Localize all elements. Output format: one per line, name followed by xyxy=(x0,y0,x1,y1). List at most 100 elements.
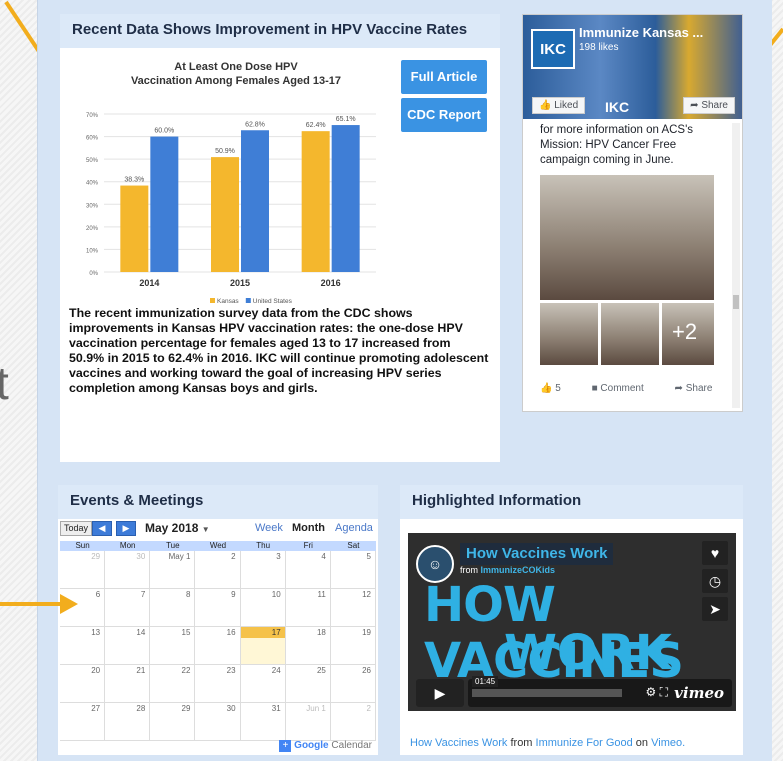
calendar-day[interactable]: 4 xyxy=(286,551,331,588)
video-controls: 01:45 ⚙ ⛶ vimeo xyxy=(468,676,732,707)
google-calendar-badge[interactable]: + Google Calendar xyxy=(279,740,372,752)
weekday-fri: Fri xyxy=(303,541,313,550)
video-title[interactable]: How Vaccines Work xyxy=(466,545,607,562)
next-month-button[interactable]: ▶ xyxy=(116,521,136,536)
calendar-day[interactable]: 27 xyxy=(60,703,106,740)
chart-title-line2: Vaccination Among Females Aged 13-17 xyxy=(131,75,341,87)
facebook-post-photo-4[interactable]: +2 xyxy=(662,303,714,365)
bar-united-states xyxy=(150,136,179,272)
y-tick-label: 10% xyxy=(86,248,99,254)
reaction-count[interactable]: 👍 5 xyxy=(540,383,575,394)
vimeo-logo[interactable]: vimeo xyxy=(674,684,724,702)
calendar-day[interactable]: 18 xyxy=(286,627,331,664)
calendar-day[interactable]: 11 xyxy=(286,589,331,626)
chevron-left-icon: ◀ xyxy=(98,523,106,533)
more-photos-count: +2 xyxy=(672,319,698,344)
y-tick-label: 50% xyxy=(86,158,99,164)
calendar-day[interactable]: 21 xyxy=(105,665,151,702)
calendar-day[interactable]: 20 xyxy=(60,665,106,702)
full-article-button[interactable]: Full Article xyxy=(401,60,487,94)
today-button[interactable]: Today xyxy=(60,521,93,536)
calendar-month-label[interactable]: May 2018 ▼ xyxy=(145,521,210,535)
calendar-weeks: 29 30 May 1 2 3 4 5 6 7 8 9 10 11 12 13 14 15 16 17 18 19 20 2… xyxy=(60,551,376,741)
calendar-day[interactable]: 23 xyxy=(195,665,241,702)
comment-button[interactable]: ■ Comment xyxy=(592,383,658,394)
send-icon[interactable]: ➤ xyxy=(702,597,728,621)
facebook-liked-button[interactable]: 👍 Liked xyxy=(532,97,586,114)
post-share-button[interactable]: ➦ Share xyxy=(675,383,727,394)
weekday-sun: Sun xyxy=(75,541,90,550)
caption-title-link[interactable]: How Vaccines Work xyxy=(410,737,507,749)
weekday-thu: Thu xyxy=(256,541,271,550)
calendar-day[interactable]: Jun 1 xyxy=(286,703,331,740)
calendar-day[interactable]: 8 xyxy=(150,589,196,626)
facebook-widget: IKC Immunize Kansas ... 198 likes 👍 Like… xyxy=(522,14,743,412)
calendar-day[interactable]: 14 xyxy=(105,627,151,664)
share-label: Share xyxy=(701,100,728,111)
calendar-day[interactable]: 31 xyxy=(241,703,286,740)
facebook-page-name[interactable]: Immunize Kansas ... xyxy=(579,25,703,40)
facebook-share-button[interactable]: ➦ Share xyxy=(683,97,735,114)
settings-fullscreen-icons[interactable]: ⚙ ⛶ xyxy=(646,685,669,700)
video-progress-bar[interactable]: 01:45 xyxy=(472,676,622,697)
calendar-day[interactable]: 22 xyxy=(150,665,196,702)
facebook-scroll-thumb[interactable] xyxy=(733,295,739,309)
y-tick-label: 60% xyxy=(86,136,99,142)
clock-icon[interactable]: ◷ xyxy=(702,569,728,593)
y-tick-label: 40% xyxy=(86,181,99,187)
calendar-day[interactable]: 3 xyxy=(241,551,286,588)
y-tick-label: 30% xyxy=(86,203,99,209)
calendar-day[interactable]: 9 xyxy=(195,589,241,626)
calendar-day[interactable]: 2 xyxy=(195,551,241,588)
calendar-day[interactable]: 17 xyxy=(240,627,286,664)
caption-site-link[interactable]: Vimeo. xyxy=(651,737,685,749)
video-title-bar[interactable]: How Vaccines Work xyxy=(460,543,614,565)
calendar-day[interactable]: 12 xyxy=(331,589,376,626)
calendar-day[interactable]: 25 xyxy=(286,665,331,702)
calendar-day[interactable]: 19 xyxy=(331,627,376,664)
chevron-down-icon: ▼ xyxy=(201,525,210,534)
calendar-day[interactable]: 7 xyxy=(105,589,151,626)
facebook-post-actions: 👍 5 ■ Comment ➦ Share xyxy=(540,383,740,394)
calendar-day[interactable]: 30 xyxy=(105,551,151,588)
legend-swatch xyxy=(210,298,215,303)
calendar-day[interactable]: 6 xyxy=(60,589,106,626)
facebook-scrollbar[interactable] xyxy=(732,123,740,408)
prev-month-button[interactable]: ◀ xyxy=(92,521,112,536)
calendar-day[interactable]: 28 xyxy=(105,703,151,740)
liked-label: Liked xyxy=(554,100,579,111)
heart-icon[interactable]: ♥ xyxy=(702,541,728,565)
caption-org-link[interactable]: Immunize For Good xyxy=(536,737,633,749)
play-button[interactable]: ▶ xyxy=(416,679,464,707)
view-week[interactable]: Week xyxy=(255,522,283,534)
video-source[interactable]: ImmunizeCOKids xyxy=(481,565,556,575)
calendar-day[interactable]: 13 xyxy=(60,627,106,664)
calendar-day[interactable]: 10 xyxy=(241,589,286,626)
video-player[interactable]: ☺ How Vaccines Work from ImmunizeCOKids … xyxy=(408,533,736,711)
calendar-day[interactable]: 15 xyxy=(150,627,196,664)
calendar-grid: Sun Mon Tue Wed Thu Fri Sat 29 30 May 1234567891… xyxy=(60,541,376,741)
calendar-day[interactable]: 16 xyxy=(195,627,241,664)
facebook-post-photo-2[interactable] xyxy=(540,303,598,365)
hpv-chart: At Least One Dose HPV Vaccination Among F… xyxy=(68,58,388,313)
calendar-day[interactable]: 24 xyxy=(241,665,286,702)
calendar-day[interactable]: 5 xyxy=(331,551,376,588)
x-tick-label: 2015 xyxy=(230,278,250,288)
weekday-wed: Wed xyxy=(209,541,227,550)
facebook-post-photo-main[interactable] xyxy=(540,175,714,300)
calendar-day[interactable]: 29 xyxy=(150,703,196,740)
bar-united-states xyxy=(331,125,360,272)
calendar-day[interactable]: 29 xyxy=(60,551,106,588)
calendar-day[interactable]: May 1 xyxy=(150,551,196,588)
facebook-post-photo-3[interactable] xyxy=(601,303,659,365)
view-agenda[interactable]: Agenda xyxy=(335,522,373,534)
calendar-day[interactable]: 2 xyxy=(331,703,376,740)
view-month[interactable]: Month xyxy=(292,522,325,534)
calendar-day[interactable]: 26 xyxy=(331,665,376,702)
ikc-logo[interactable]: IKC xyxy=(531,29,575,69)
calendar-week: 20 21 22 23 24 25 26 xyxy=(60,665,376,703)
cdc-report-button[interactable]: CDC Report xyxy=(401,98,487,132)
y-tick-label: 20% xyxy=(86,226,99,232)
calendar-week: 27 28 29 30 31 Jun 12 xyxy=(60,703,376,741)
calendar-day[interactable]: 30 xyxy=(195,703,241,740)
